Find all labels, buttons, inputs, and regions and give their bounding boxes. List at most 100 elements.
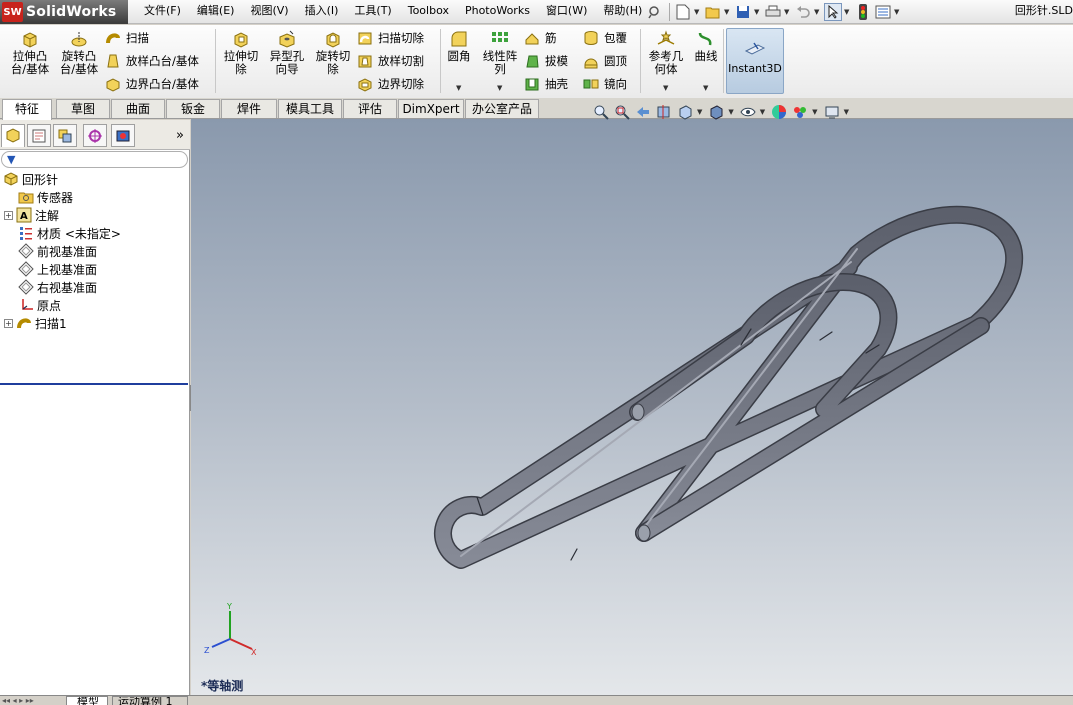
revolve-boss-button[interactable]: 旋转凸 台/基体: [57, 29, 101, 76]
view-orientation-dropdown-icon[interactable]: ▼: [697, 108, 702, 116]
hide-show-dropdown-icon[interactable]: ▼: [760, 108, 765, 116]
tab-office-products[interactable]: 办公室产品: [465, 99, 539, 118]
panel-more-chevron-icon[interactable]: »: [176, 128, 184, 143]
view-settings-icon[interactable]: [823, 103, 841, 121]
linear-pattern-button[interactable]: 线性阵 列: [478, 29, 522, 76]
mirror-button[interactable]: 镜向: [582, 74, 627, 94]
rollback-bar[interactable]: [0, 383, 188, 385]
hide-show-items-icon[interactable]: [739, 103, 757, 121]
sweep-button[interactable]: 扫描: [104, 28, 149, 48]
previous-view-icon[interactable]: [634, 103, 652, 121]
display-style-dropdown-icon[interactable]: ▼: [728, 108, 733, 116]
open-dropdown-icon[interactable]: ▼: [724, 8, 731, 16]
open-folder-icon[interactable]: [704, 3, 722, 21]
menu-help[interactable]: 帮助(H): [595, 0, 650, 24]
reference-geometry-button[interactable]: 参考几 何体: [644, 29, 688, 76]
print-dropdown-icon[interactable]: ▼: [784, 8, 791, 16]
boundary-cut-button[interactable]: 边界切除: [356, 74, 424, 94]
tree-root-part[interactable]: 回形针: [2, 170, 58, 188]
tree-item-sweep1[interactable]: + 扫描1: [4, 314, 67, 332]
menu-view[interactable]: 视图(V): [242, 0, 296, 24]
tree-item-material[interactable]: 材质 <未指定>: [17, 224, 121, 242]
edit-appearance-icon[interactable]: [770, 103, 788, 121]
apply-scene-dropdown-icon[interactable]: ▼: [812, 108, 817, 116]
property-manager-tab-icon[interactable]: [27, 124, 51, 147]
options-list-icon[interactable]: [874, 3, 892, 21]
undo-icon[interactable]: [794, 3, 812, 21]
sweep-cut-button[interactable]: 扫描切除: [356, 28, 424, 48]
apply-scene-icon[interactable]: [791, 103, 809, 121]
expand-plus-icon[interactable]: +: [4, 210, 13, 220]
curves-dropdown-icon[interactable]: ▼: [703, 84, 708, 92]
rib-button[interactable]: 筋: [523, 28, 557, 48]
pattern-dropdown-icon[interactable]: ▼: [497, 84, 502, 92]
new-dropdown-icon[interactable]: ▼: [694, 8, 701, 16]
fillet-dropdown-icon[interactable]: ▼: [456, 84, 461, 92]
tab-surfaces[interactable]: 曲面: [111, 99, 165, 118]
menu-insert[interactable]: 插入(I): [297, 0, 347, 24]
loft-boss-button[interactable]: 放样凸台/基体: [104, 51, 199, 71]
curves-button[interactable]: 曲线: [690, 29, 722, 63]
print-icon[interactable]: [764, 3, 782, 21]
expand-plus-icon[interactable]: +: [4, 318, 13, 328]
tree-item-label: 传感器: [37, 190, 74, 205]
display-style-icon[interactable]: [707, 103, 725, 121]
select-dropdown-icon[interactable]: ▼: [844, 8, 851, 16]
menu-window[interactable]: 窗口(W): [538, 0, 595, 24]
loft-cut-button[interactable]: 放样切割: [356, 51, 424, 71]
save-dropdown-icon[interactable]: ▼: [754, 8, 761, 16]
tree-item-annotations[interactable]: + A 注解: [4, 206, 59, 224]
hole-wizard-button[interactable]: 异型孔 向导: [265, 29, 309, 76]
tree-item-origin[interactable]: 原点: [17, 296, 61, 314]
wrap-button[interactable]: 包覆: [582, 28, 627, 48]
feature-tree-filter[interactable]: ▼: [1, 151, 188, 168]
shell-button[interactable]: 抽壳: [523, 74, 568, 94]
ref-geometry-dropdown-icon[interactable]: ▼: [663, 84, 668, 92]
draft-button[interactable]: 拔模: [523, 51, 568, 71]
tab-sheet-metal[interactable]: 钣金: [166, 99, 220, 118]
dome-button[interactable]: 圆顶: [582, 51, 627, 71]
menu-file[interactable]: 文件(F): [136, 0, 189, 24]
save-icon[interactable]: [734, 3, 752, 21]
undo-dropdown-icon[interactable]: ▼: [814, 8, 821, 16]
tab-mold-tools[interactable]: 模具工具: [278, 99, 342, 118]
tab-scroll-arrows-icon[interactable]: ◂◂ ◂ ▸ ▸▸: [2, 696, 62, 705]
configuration-manager-tab-icon[interactable]: [53, 124, 77, 147]
tree-item-top-plane[interactable]: 上视基准面: [17, 260, 97, 278]
tab-evaluate[interactable]: 评估: [343, 99, 397, 118]
rebuild-traffic-light-icon[interactable]: [854, 3, 872, 21]
tab-dimxpert[interactable]: DimXpert: [398, 99, 464, 118]
graphics-viewport[interactable]: Y X Z *等轴测: [191, 119, 1073, 695]
extrude-cut-button[interactable]: 拉伸切 除: [220, 29, 262, 76]
zoom-to-fit-icon[interactable]: [592, 103, 610, 121]
options-dropdown-icon[interactable]: ▼: [894, 8, 901, 16]
tree-item-right-plane[interactable]: 右视基准面: [17, 278, 97, 296]
display-manager-tab-icon[interactable]: [111, 124, 135, 147]
fillet-button[interactable]: 圆角: [444, 29, 474, 63]
select-arrow-icon[interactable]: [824, 3, 842, 21]
view-orientation-icon[interactable]: [676, 103, 694, 121]
zoom-to-area-icon[interactable]: [613, 103, 631, 121]
tab-model[interactable]: 模型: [66, 696, 108, 705]
menu-edit[interactable]: 编辑(E): [189, 0, 243, 24]
tab-motion-study[interactable]: 运动算例 1: [112, 696, 188, 705]
view-settings-dropdown-icon[interactable]: ▼: [844, 108, 849, 116]
tab-features[interactable]: 特征: [2, 99, 52, 120]
tree-item-front-plane[interactable]: 前视基准面: [17, 242, 97, 260]
extrude-boss-button[interactable]: 拉伸凸 台/基体: [8, 29, 52, 76]
instant3d-button[interactable]: Instant3D: [726, 28, 784, 94]
boundary-boss-button[interactable]: 边界凸台/基体: [104, 74, 199, 94]
feature-manager-tab-icon[interactable]: [1, 124, 25, 147]
new-document-icon[interactable]: [674, 3, 692, 21]
dimxpert-manager-tab-icon[interactable]: [83, 124, 107, 147]
solidworks-logo[interactable]: SW SolidWorks: [0, 0, 128, 24]
tab-weldments[interactable]: 焊件: [221, 99, 277, 118]
menu-tools[interactable]: 工具(T): [346, 0, 399, 24]
revolve-cut-button[interactable]: 旋转切 除: [312, 29, 354, 76]
tab-sketch[interactable]: 草图: [56, 99, 110, 118]
menu-toolbox[interactable]: Toolbox: [400, 0, 457, 24]
menu-photoworks[interactable]: PhotoWorks: [457, 0, 538, 24]
tree-item-sensors[interactable]: 传感器: [17, 188, 73, 206]
section-view-icon[interactable]: [655, 103, 673, 121]
pin-icon[interactable]: [645, 3, 663, 21]
